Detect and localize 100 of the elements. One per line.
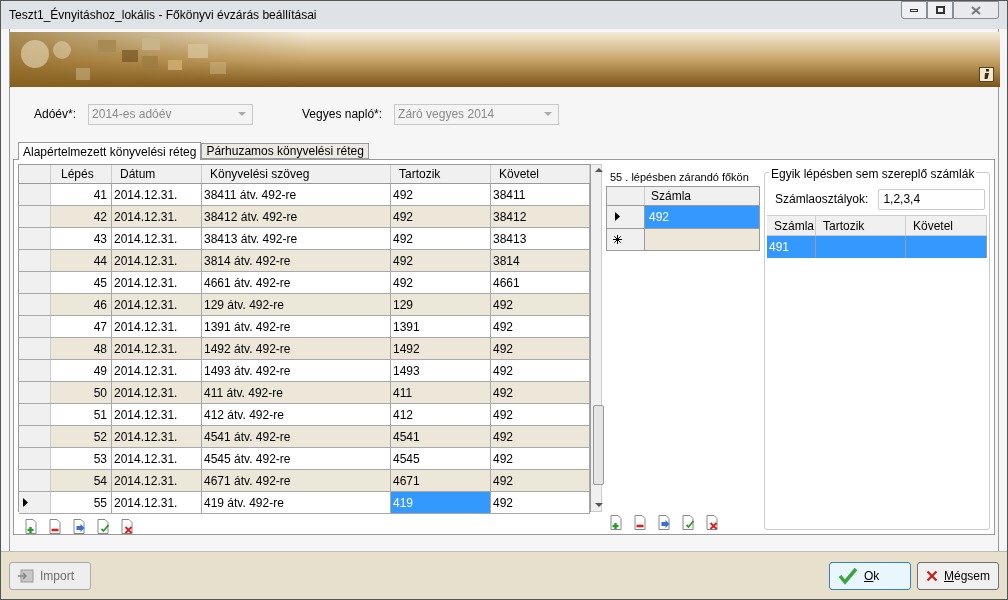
- table-cell: 4541: [391, 426, 491, 447]
- ok-button[interactable]: Ok: [829, 561, 911, 590]
- table-cell: 492: [491, 404, 590, 425]
- table-cell: 4661: [491, 272, 590, 293]
- table-cell: 2014.12.31.: [112, 404, 202, 425]
- table-cell: 492: [491, 316, 590, 337]
- new-row-icon: [613, 234, 622, 244]
- table-cell: 2014.12.31.: [112, 272, 202, 293]
- delete-icon[interactable]: [705, 515, 719, 530]
- table-cell: 38412: [491, 206, 590, 227]
- table-cell: 38413 átv. 492-re: [202, 228, 391, 249]
- table-cell: 2014.12.31.: [112, 184, 202, 205]
- table-cell: 38412 átv. 492-re: [202, 206, 391, 227]
- minimize-button[interactable]: [901, 1, 927, 19]
- row-indicator-icon: [615, 212, 620, 222]
- delete-icon[interactable]: [120, 519, 134, 534]
- table-cell: 2014.12.31.: [112, 492, 202, 513]
- table-cell: 2014.12.31.: [112, 228, 202, 249]
- table-cell: 492: [391, 228, 491, 249]
- table-cell: 46: [51, 294, 112, 315]
- table-cell: 492: [491, 360, 590, 381]
- column-header[interactable]: Dátum: [112, 165, 202, 183]
- row-header[interactable]: [607, 205, 645, 228]
- column-header[interactable]: Tartozik: [816, 216, 906, 235]
- check-icon[interactable]: [681, 515, 695, 530]
- column-header[interactable]: Lépés: [51, 165, 112, 183]
- row-indicator-icon: [23, 498, 28, 507]
- column-header[interactable]: Tartozik: [391, 165, 491, 183]
- table-cell: 129 átv. 492-re: [202, 294, 391, 315]
- table-cell: 1492 átv. 492-re: [202, 338, 391, 359]
- table-cell: 492: [491, 294, 590, 315]
- table-cell: 54: [51, 470, 112, 491]
- scrollbar[interactable]: [591, 164, 602, 512]
- table-cell: 2014.12.31.: [112, 206, 202, 227]
- table-cell: 1492: [391, 338, 491, 359]
- table-cell: 1391: [391, 316, 491, 337]
- field-label: Vegyes napló*:: [302, 106, 383, 123]
- cancel-button[interactable]: Mégsem: [917, 561, 999, 590]
- column-header[interactable]: Könyvelési szöveg: [202, 165, 391, 183]
- table-cell: 55: [51, 492, 112, 513]
- maximize-button[interactable]: [927, 1, 953, 19]
- grid-caption: 55 . lépésben zárandó főkön: [610, 170, 749, 186]
- field-label: Számlaosztályok:: [775, 191, 869, 208]
- table-cell: 2014.12.31.: [112, 470, 202, 491]
- table-cell: 4545: [391, 448, 491, 469]
- table-cell: 4661 átv. 492-re: [202, 272, 391, 293]
- field-label: Adóév*:: [34, 106, 77, 123]
- table-cell: 1493 átv. 492-re: [202, 360, 391, 381]
- table-cell: 129: [391, 294, 491, 315]
- add-icon[interactable]: [609, 515, 623, 530]
- table-cell: 2014.12.31.: [112, 316, 202, 337]
- arrow-icon[interactable]: [72, 519, 86, 534]
- table-cell: 492: [491, 448, 590, 469]
- table-cell: 492: [391, 272, 491, 293]
- close-button[interactable]: [953, 1, 999, 19]
- row-header[interactable]: [607, 228, 645, 250]
- check-icon[interactable]: [96, 519, 110, 534]
- dropdown-arrow-icon: [544, 112, 553, 116]
- checkmark-icon: [838, 566, 858, 585]
- table-cell: 4671: [391, 470, 491, 491]
- remove-icon[interactable]: [633, 515, 647, 530]
- remove-icon[interactable]: [48, 519, 62, 534]
- import-icon: [18, 568, 34, 583]
- add-icon[interactable]: [24, 519, 38, 534]
- table-cell: 50: [51, 382, 112, 403]
- table-cell: 412 átv. 492-re: [202, 404, 391, 425]
- column-header[interactable]: Számla: [767, 216, 816, 235]
- arrow-icon[interactable]: [657, 515, 671, 530]
- info-button[interactable]: [979, 67, 994, 82]
- table-cell: 412: [391, 404, 491, 425]
- table-cell: 38411 átv. 492-re: [202, 184, 391, 205]
- table-cell: 2014.12.31.: [112, 294, 202, 315]
- tab[interactable]: Párhuzamos könyvelési réteg: [201, 143, 369, 159]
- table-cell: 492: [645, 205, 759, 228]
- column-header[interactable]: Követel: [491, 165, 590, 183]
- info-icon: [983, 69, 990, 80]
- table-cell: 492: [491, 338, 590, 359]
- table-cell: 2014.12.31.: [112, 338, 202, 359]
- table-cell: 38411: [491, 184, 590, 205]
- table-cell: 42: [51, 206, 112, 227]
- table-cell: 2014.12.31.: [112, 426, 202, 447]
- table-cell: 492: [391, 206, 491, 227]
- table-cell: 1493: [391, 360, 491, 381]
- table-cell-text: 491: [769, 239, 790, 256]
- table-cell: 411: [391, 382, 491, 403]
- table-cell: 411 átv. 492-re: [202, 382, 391, 403]
- input-field[interactable]: 1,2,3,4: [878, 188, 985, 210]
- table-cell: 44: [51, 250, 112, 271]
- table-cell: 492: [491, 470, 590, 491]
- dropdown-arrow-icon: [238, 112, 247, 116]
- table-cell: 1391 átv. 492-re: [202, 316, 391, 337]
- table-cell: 419 átv. 492-re: [202, 492, 391, 513]
- row-header[interactable]: [19, 492, 51, 513]
- table-cell: 2014.12.31.: [112, 448, 202, 469]
- table-cell: 4545 átv. 492-re: [202, 448, 391, 469]
- tab[interactable]: Alapértelmezett könyvelési réteg: [18, 142, 202, 160]
- column-header[interactable]: Követel: [906, 216, 987, 235]
- table-cell: 492: [391, 250, 491, 271]
- table-cell: 419: [391, 492, 491, 513]
- table-cell: 492: [491, 492, 590, 513]
